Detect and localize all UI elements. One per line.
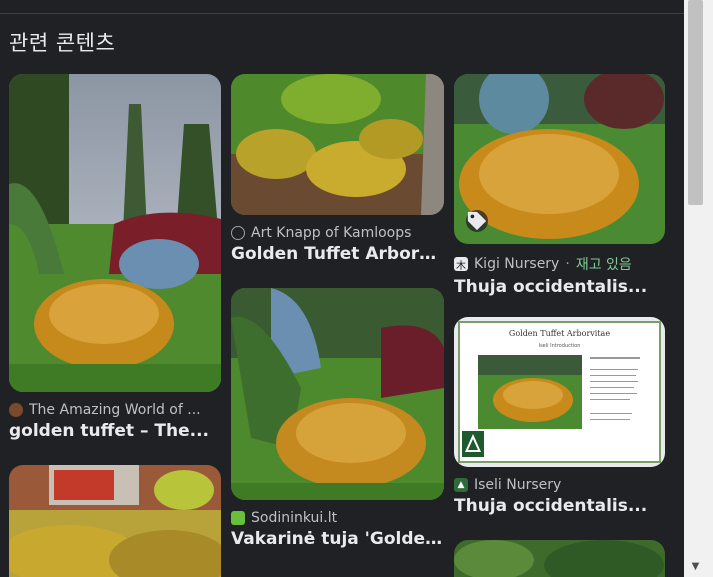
document-title: Golden Tuffet Arborvitae <box>508 329 611 338</box>
result-card[interactable] <box>9 465 221 577</box>
scrollbar-thumb[interactable] <box>688 0 703 205</box>
source-name[interactable]: Art Knapp of Kamloops <box>251 225 411 241</box>
site-favicon-icon <box>9 403 23 417</box>
iseli-logo <box>462 431 484 457</box>
source-name[interactable]: Sodininkui.lt <box>251 510 337 526</box>
result-title[interactable]: Golden Tuffet Arborvita... <box>231 244 444 264</box>
result-image[interactable]: Golden Tuffet Arborvitae Iseli Introduct… <box>454 317 665 467</box>
result-card[interactable]: Golden Tuffet Arborvitae Iseli Introduct… <box>454 317 665 516</box>
result-card[interactable]: Sodininkui.lt Vakarinė tuja 'Golden... <box>231 288 444 549</box>
source-name[interactable]: Kigi Nursery <box>474 256 559 272</box>
section-title: 관련 콘텐츠 <box>9 31 116 55</box>
result-image[interactable] <box>231 288 444 500</box>
result-title[interactable]: Thuja occidentalis... <box>454 277 665 297</box>
result-title[interactable]: Thuja occidentalis... <box>454 496 665 516</box>
result-title[interactable]: golden tuffet – The... <box>9 421 221 441</box>
result-image[interactable] <box>454 74 665 244</box>
result-image[interactable] <box>9 74 221 392</box>
result-image[interactable] <box>454 540 665 577</box>
site-favicon-icon: ▲ <box>454 478 468 492</box>
tag-icon[interactable] <box>466 210 488 232</box>
source-name[interactable]: The Amazing World of ... <box>29 402 201 418</box>
separator-dot: · <box>565 256 570 272</box>
site-favicon-icon <box>231 511 245 525</box>
result-card[interactable]: ⽊ Kigi Nursery · 재고 있음 Thuja occidentali… <box>454 74 665 297</box>
globe-icon <box>231 226 245 240</box>
scroll-down-arrow-icon[interactable]: ▼ <box>688 559 703 573</box>
site-favicon-icon: ⽊ <box>454 257 468 272</box>
result-title[interactable]: Vakarinė tuja 'Golden... <box>231 529 444 549</box>
result-card[interactable] <box>454 540 665 577</box>
result-image[interactable] <box>9 465 221 577</box>
result-card[interactable]: Art Knapp of Kamloops Golden Tuffet Arbo… <box>231 74 444 264</box>
result-image[interactable] <box>231 74 444 215</box>
divider <box>0 13 684 14</box>
result-card[interactable]: The Amazing World of ... golden tuffet –… <box>9 74 221 441</box>
stock-status: 재고 있음 <box>575 257 632 273</box>
related-content-panel: 관련 콘텐츠 The Amazing World of ... golden t… <box>0 0 713 577</box>
vertical-scrollbar[interactable]: ▼ <box>684 0 713 577</box>
document-subtitle: Iseli Introduction <box>538 343 581 349</box>
source-name[interactable]: Iseli Nursery <box>474 477 561 493</box>
document-thumbnail: Golden Tuffet Arborvitae Iseli Introduct… <box>458 321 661 463</box>
